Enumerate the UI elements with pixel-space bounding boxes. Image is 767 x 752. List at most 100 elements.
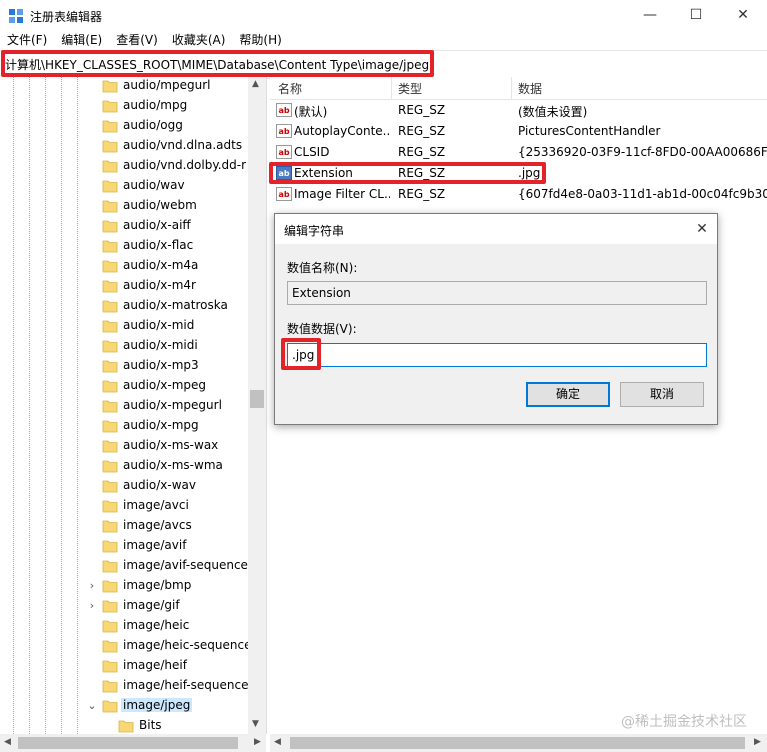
- cancel-button[interactable]: 取消: [620, 382, 704, 407]
- tree-item[interactable]: audio/x-mpeg: [0, 376, 248, 396]
- menu-view[interactable]: 查看(V): [109, 30, 165, 50]
- tree-item[interactable]: audio/webm: [0, 196, 248, 216]
- menu-favorites[interactable]: 收藏夹(A): [165, 30, 233, 50]
- tree-item[interactable]: image/heic-sequence: [0, 636, 252, 656]
- tree-item-label: image/bmp: [123, 578, 192, 592]
- scroll-up-arrow-icon[interactable]: ▲: [252, 79, 259, 89]
- tree-item-label: audio/x-m4r: [123, 278, 196, 292]
- tree-item[interactable]: audio/wav: [0, 176, 248, 196]
- tree-item[interactable]: audio/x-mid: [0, 316, 248, 336]
- tree-item[interactable]: audio/x-aiff: [0, 216, 248, 236]
- tree-item-label: audio/x-mpegurl: [123, 398, 222, 412]
- tree-item[interactable]: audio/mpegurl: [0, 77, 248, 96]
- regedit-app-icon: [8, 8, 24, 24]
- value-type-cell: REG_SZ: [398, 145, 446, 159]
- tree-scroll-thumb[interactable]: [250, 390, 264, 408]
- tree-item[interactable]: image/avcs: [0, 516, 248, 536]
- registry-tree: audio/mpegurl audio/mpg audio/ogg audio/vnd…: [0, 77, 267, 734]
- tree-item[interactable]: audio/vnd.dolby.dd-r: [0, 156, 248, 176]
- tree-item[interactable]: audio/x-matroska: [0, 296, 248, 316]
- expanded-chevron-icon[interactable]: ⌄: [86, 699, 98, 712]
- tree-item[interactable]: audio/x-mp3: [0, 356, 248, 376]
- tree-item[interactable]: audio/x-ms-wma: [0, 456, 248, 476]
- address-bar[interactable]: 计算机\HKEY_CLASSES_ROOT\MIME\Database\Cont…: [0, 50, 767, 79]
- column-header-data[interactable]: 数据: [518, 80, 542, 97]
- title-bar: 注册表编辑器 — ☐ ✕: [0, 0, 767, 30]
- scroll-left-arrow-icon[interactable]: ◀: [4, 737, 11, 747]
- column-header-name[interactable]: 名称: [278, 80, 302, 97]
- address-path[interactable]: 计算机\HKEY_CLASSES_ROOT\MIME\Database\Cont…: [5, 56, 429, 73]
- tree-item-label: audio/x-mid: [123, 318, 195, 332]
- tree-item-label: image/heif: [123, 658, 187, 672]
- tree-item[interactable]: image/avif-sequence: [0, 556, 248, 576]
- tree-item[interactable]: audio/x-m4a: [0, 256, 248, 276]
- tree-item[interactable]: audio/x-wav: [0, 476, 248, 496]
- close-icon: ✕: [696, 221, 708, 237]
- close-button[interactable]: ✕: [720, 0, 766, 30]
- folder-icon: [102, 459, 118, 473]
- column-divider[interactable]: [391, 77, 392, 99]
- menu-file[interactable]: 文件(F): [0, 30, 54, 50]
- tree-item-label: audio/mpegurl: [123, 78, 211, 92]
- tree-item[interactable]: ⌄ image/jpeg: [0, 696, 248, 716]
- collapsed-chevron-icon[interactable]: ›: [86, 579, 98, 592]
- tree-item[interactable]: audio/x-ms-wax: [0, 436, 248, 456]
- tree-item[interactable]: audio/x-flac: [0, 236, 248, 256]
- tree-item[interactable]: image/heif-sequence: [0, 676, 248, 696]
- maximize-icon: ☐: [689, 7, 703, 23]
- tree-item[interactable]: image/avci: [0, 496, 248, 516]
- value-row[interactable]: ab CLSID REG_SZ {25336920-03F9-11cf-8FD0-00…: [270, 142, 767, 163]
- value-row[interactable]: ab AutoplayConte... REG_SZ PicturesContentH…: [270, 121, 767, 142]
- tree-item-label: image/heic-sequence: [123, 638, 252, 652]
- value-row[interactable]: ab Image Filter CL... REG_SZ {607fd4e8-0a03…: [270, 184, 767, 205]
- tree-item-label: image/heif-sequence: [123, 678, 249, 692]
- tree-item-label: audio/mpg: [123, 98, 188, 112]
- tree-item[interactable]: image/heif: [0, 656, 248, 676]
- value-row[interactable]: ab Extension REG_SZ .jpg: [270, 163, 767, 184]
- scroll-right-arrow-icon[interactable]: ▶: [254, 737, 261, 747]
- tree-item[interactable]: audio/x-mpg: [0, 416, 248, 436]
- string-value-icon: ab: [276, 145, 292, 159]
- folder-icon: [102, 439, 118, 453]
- tree-horizontal-scrollbar[interactable]: ◀ ▶: [0, 734, 266, 752]
- tree-item[interactable]: audio/x-m4r: [0, 276, 248, 296]
- maximize-button[interactable]: ☐: [673, 0, 719, 30]
- value-row[interactable]: ab (默认) REG_SZ (数值未设置): [270, 100, 767, 121]
- value-type-cell: REG_SZ: [398, 166, 446, 180]
- menu-edit[interactable]: 编辑(E): [54, 30, 109, 50]
- tree-item[interactable]: image/avif: [0, 536, 248, 556]
- tree-item-label: audio/webm: [123, 198, 197, 212]
- scroll-down-arrow-icon[interactable]: ▼: [252, 719, 259, 729]
- dialog-title-bar: 编辑字符串 ✕: [275, 214, 717, 244]
- value-data-input[interactable]: .jpg: [287, 343, 707, 367]
- column-divider[interactable]: [511, 77, 512, 99]
- tree-item[interactable]: › image/gif: [0, 596, 248, 616]
- tree-item[interactable]: audio/mpg: [0, 96, 248, 116]
- folder-icon: [102, 359, 118, 373]
- minimize-button[interactable]: —: [627, 0, 673, 30]
- tree-item[interactable]: audio/vnd.dlna.adts: [0, 136, 248, 156]
- tree-item[interactable]: audio/ogg: [0, 116, 248, 136]
- folder-icon: [102, 399, 118, 413]
- list-horizontal-scrollbar[interactable]: ◀ ▶: [270, 734, 767, 752]
- collapsed-chevron-icon[interactable]: ›: [86, 599, 98, 612]
- column-header-type[interactable]: 类型: [398, 80, 422, 97]
- folder-icon: [102, 559, 118, 573]
- folder-icon: [102, 419, 118, 433]
- menu-help[interactable]: 帮助(H): [232, 30, 288, 50]
- tree-item[interactable]: audio/x-midi: [0, 336, 248, 356]
- list-hscroll-thumb[interactable]: [290, 737, 745, 749]
- tree-vertical-scrollbar[interactable]: ▲ ▼: [248, 77, 266, 734]
- window-title: 注册表编辑器: [30, 10, 103, 24]
- scroll-right-arrow-icon[interactable]: ▶: [754, 737, 761, 747]
- tree-hscroll-thumb[interactable]: [18, 737, 238, 749]
- scroll-left-arrow-icon[interactable]: ◀: [274, 737, 281, 747]
- dialog-close-button[interactable]: ✕: [687, 214, 717, 244]
- tree-item[interactable]: audio/x-mpegurl: [0, 396, 248, 416]
- ok-button[interactable]: 确定: [526, 382, 610, 407]
- tree-item[interactable]: image/heic: [0, 616, 248, 636]
- tree-item-label: image/heic: [123, 618, 190, 632]
- tree-item[interactable]: Bits: [0, 716, 248, 734]
- folder-icon: [102, 239, 118, 253]
- tree-item[interactable]: › image/bmp: [0, 576, 248, 596]
